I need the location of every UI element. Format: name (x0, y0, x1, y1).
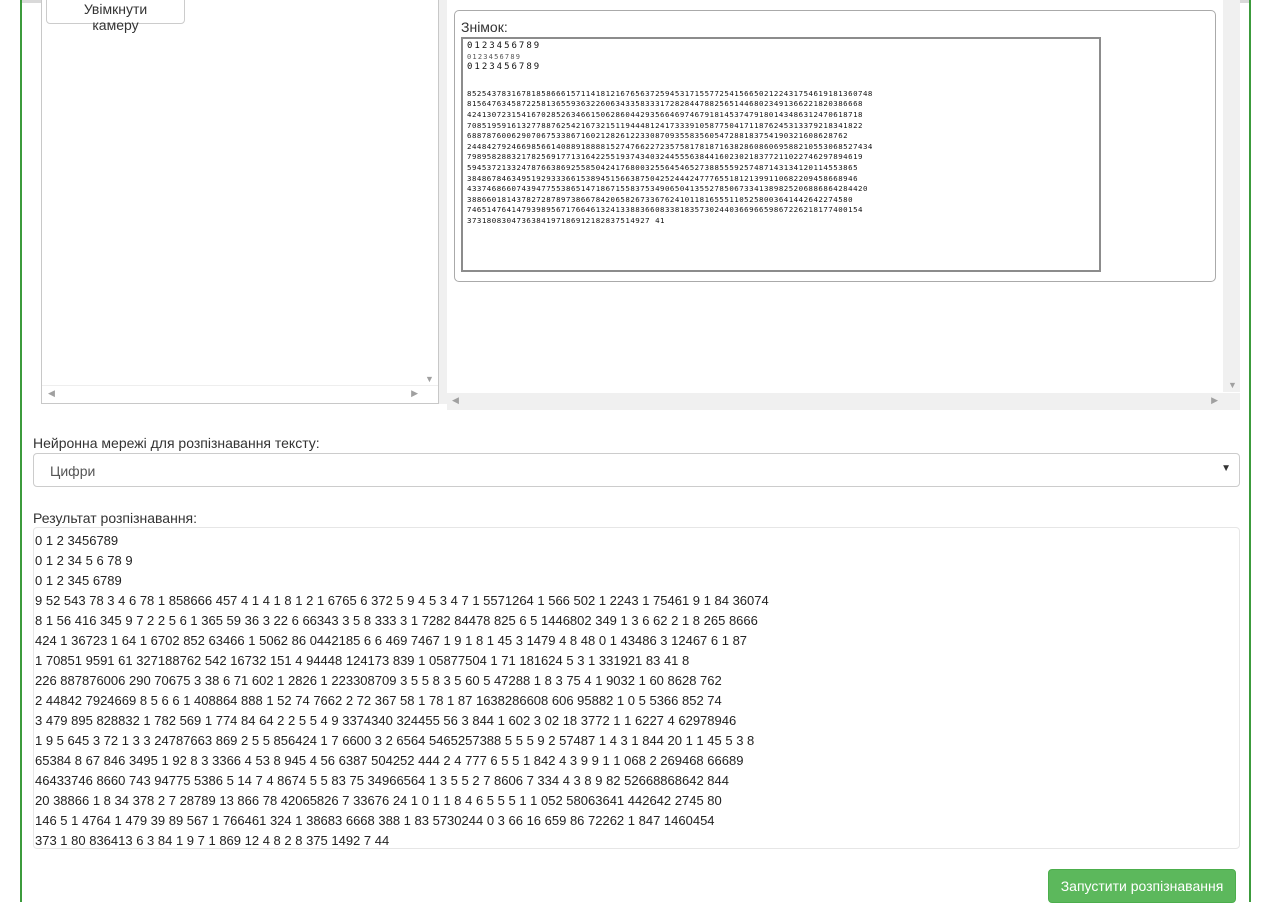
result-label: Результат розпізнавання: (33, 510, 198, 526)
snapshot-digit-line: 7465147641479398956717664613241338836608… (467, 205, 863, 215)
run-recognition-button[interactable]: Запустити розпізнавання (1048, 869, 1236, 903)
snapshot-digit-line: 5945372133247876638692558504241768003255… (467, 162, 859, 172)
camera-panel: Увімкнути камеру ▼ ◀ ▶ (41, 0, 439, 404)
result-line: 226 887876006 290 70675 3 38 6 71 602 1 … (35, 673, 722, 688)
snapshot-digit-line: 3886601814378272878973866784206582673367… (467, 194, 854, 204)
snapshot-digit-line: 4337468660743947755386514718671558375349… (467, 184, 868, 194)
result-line: 9 52 543 78 3 4 6 78 1 858666 457 4 1 4 … (35, 593, 769, 608)
snapshot-image: 0123456789 0123456789 0123456789 8525437… (461, 37, 1101, 272)
snapshot-legend: Знімок: (461, 19, 508, 35)
result-line: 1 9 5 645 3 72 1 3 3 24787663 869 2 5 5 … (35, 733, 755, 748)
result-line: 3 479 895 828832 1 782 569 1 774 84 64 2… (35, 713, 737, 728)
result-line: 46433746 8660 743 94775 5386 5 14 7 4 86… (35, 773, 729, 788)
camera-horizontal-scrollbar[interactable]: ◀ ▶ (42, 385, 438, 403)
snapshot-digit-line: 8525437831678185866615711418121676563725… (467, 88, 873, 98)
panel-separator (439, 0, 447, 404)
snapshot-horizontal-scrollbar[interactable]: ◀ ▶ (447, 393, 1240, 410)
result-line: 2 44842 7924669 8 5 6 6 1 408864 888 1 5… (35, 693, 722, 708)
camera-vertical-scrollbar[interactable]: ▼ (421, 0, 438, 387)
snapshot-digit-line: 7085195916132778876254216732151194448124… (467, 120, 863, 130)
scroll-down-arrow-icon[interactable]: ▼ (425, 374, 434, 384)
result-line: 65384 8 67 846 3495 1 92 8 3 3366 4 53 8… (35, 753, 744, 768)
scroll-down-arrow-icon[interactable]: ▼ (1228, 380, 1237, 390)
scroll-right-arrow-icon[interactable]: ▶ (411, 388, 418, 399)
scroll-right-arrow-icon[interactable]: ▶ (1211, 395, 1218, 406)
result-line: 1 70851 9591 61 327188762 542 16732 151 … (35, 653, 690, 668)
snapshot-header-line: 0123456789 (467, 41, 542, 51)
snapshot-digit-line: 7989582883217825691771316422551937434032… (467, 152, 863, 162)
result-line: 0 1 2 345 6789 (35, 573, 122, 588)
result-line: 8 1 56 416 345 9 7 2 2 5 6 1 365 59 36 3… (35, 613, 758, 628)
enable-camera-button[interactable]: Увімкнути камеру (46, 0, 185, 33)
network-select-value: Цифри (50, 463, 96, 479)
snapshot-header-line: 0123456789 (467, 52, 522, 61)
caret-down-icon: ▼ (1221, 463, 1231, 474)
network-select[interactable]: Цифри ▼ (33, 453, 1240, 487)
result-textarea[interactable]: 0 1 2 3456789 0 1 2 34 5 6 78 9 0 1 2 34… (33, 527, 1240, 849)
snapshot-gap (467, 73, 1095, 89)
snapshot-area: Знімок: 0123456789 0123456789 0123456789… (447, 0, 1240, 410)
snapshot-digit-line: 3848678463495192933366153894515663875042… (467, 173, 859, 183)
scroll-left-arrow-icon[interactable]: ◀ (452, 395, 459, 406)
result-line: 373 1 80 836413 6 3 84 1 9 7 1 869 12 4 … (35, 833, 390, 848)
snapshot-header-line: 0123456789 (467, 62, 542, 73)
result-line: 20 38866 1 8 34 378 2 7 28789 13 866 78 … (35, 793, 722, 808)
snapshot-digit-line: 8156476345872258136559363226063433583331… (467, 99, 863, 109)
snapshot-digit-line: 4241307231541670285263466150628604429356… (467, 109, 863, 119)
page-border-right (1249, 0, 1251, 902)
result-line: 146 5 1 4764 1 479 39 89 567 1 766461 32… (35, 813, 715, 828)
result-line: 0 1 2 34 5 6 78 9 (35, 553, 133, 568)
network-label: Нейронна мережі для розпізнавання тексту… (33, 435, 320, 451)
snapshot-fieldset: Знімок: 0123456789 0123456789 0123456789… (454, 10, 1216, 282)
snapshot-digit-line: 2448427924669856614088918888152747662272… (467, 141, 873, 151)
scroll-left-arrow-icon[interactable]: ◀ (48, 388, 55, 399)
snapshot-digit-line: 3731808304736384197186912182837514927 41 (467, 215, 665, 225)
result-line: 424 1 36723 1 64 1 6702 852 63466 1 5062… (35, 633, 748, 648)
page-border-left (20, 0, 22, 902)
result-line: 0 1 2 3456789 (35, 533, 119, 548)
snapshot-digit-line: 6887876006290706753386716021282612233087… (467, 131, 849, 141)
snapshot-vertical-scrollbar[interactable]: ▼ (1223, 0, 1240, 392)
